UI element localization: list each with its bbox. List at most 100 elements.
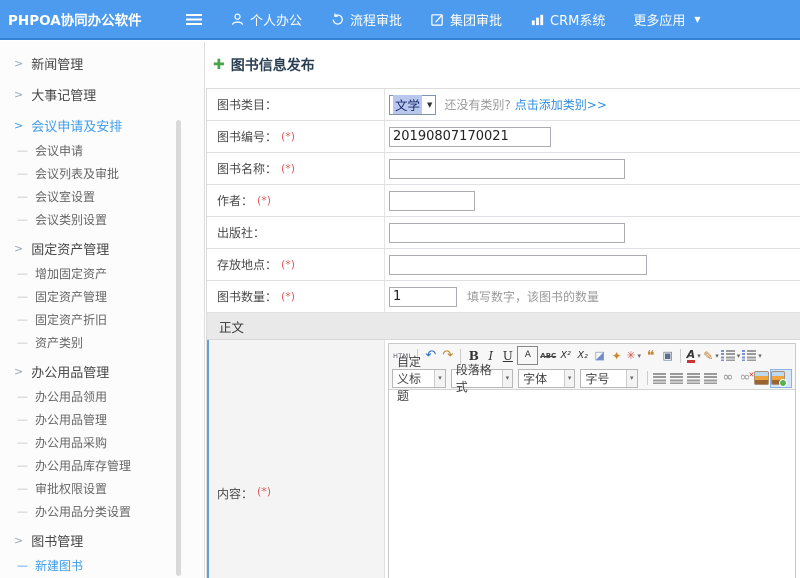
book-name-input[interactable] [389,159,625,179]
dash-icon: — [17,482,28,495]
chevron-right-icon: > [14,534,23,547]
align-left-button[interactable] [652,370,667,387]
sidebar-item[interactable]: — 会议申请 [0,139,204,162]
superscript-button[interactable]: X² [558,347,573,364]
sidebar-item[interactable]: — 资产类别 [0,331,204,354]
heading-style-select[interactable]: 自定义标题▾ [392,369,446,388]
author-input[interactable] [389,191,475,211]
menu-workflow-approval[interactable]: 流程审批 [330,10,402,29]
sidebar-item[interactable]: — 办公用品分类设置 [0,500,204,523]
font-color-icon: A [687,349,696,363]
font-color-button[interactable]: A▾ [686,347,701,364]
align-right-button[interactable] [686,370,701,387]
sidebar-item[interactable]: > 新闻管理 [0,49,204,77]
unordered-list-button[interactable]: ▾ [742,347,762,364]
book-form: 图书类目： 文学 ▼ 还没有类别? 点击添加类别>> 图书编号： (*) [206,88,800,578]
location-input[interactable] [389,255,647,275]
caret-down-icon: ▾ [564,370,575,387]
font-size-select[interactable]: 字号▾ [580,369,637,388]
font-background-button[interactable]: A [517,346,538,365]
editor-content-area[interactable] [389,390,795,578]
sidebar-item[interactable]: — 办公用品管理 [0,408,204,431]
align-justify-button[interactable] [703,370,718,387]
category-select[interactable]: 文学 ▼ [389,95,436,115]
quantity-input[interactable] [389,287,457,307]
sidebar-scrollbar[interactable] [176,120,181,576]
caret-down-icon: ▾ [697,352,701,360]
app-logo: PHPOA协同办公软件 [8,9,168,29]
book-code-input[interactable] [389,127,551,147]
sidebar-nav: > 新闻管理 > 大事记管理 > 会议申请及安排 — 会议申请 — 会议列表及审… [0,49,204,578]
chevron-right-icon: > [14,88,23,101]
ordered-list-button[interactable]: ▾ [721,347,741,364]
main-content: ✚ 图书信息发布 图书类目： 文学 ▼ 还没有类别? 点击添加类别>> 图书编号… [206,42,800,578]
ordered-list-icon [721,350,735,361]
image-button[interactable] [754,370,769,387]
remove-link-button[interactable]: ∞✕ [737,370,752,387]
redo-button[interactable]: ↷ [440,347,455,364]
dash-icon: — [17,336,28,349]
sidebar-item[interactable]: — 会议列表及审批 [0,162,204,185]
strikethrough-button[interactable]: ABC [540,347,556,364]
menu-group-approval[interactable]: 集团审批 [430,10,502,29]
dash-icon: — [17,144,28,157]
chevron-right-icon: > [14,242,23,255]
publisher-label: 出版社： [217,224,265,241]
sidebar-item[interactable]: — 会议室设置 [0,185,204,208]
sidebar-item[interactable]: — 固定资产管理 [0,285,204,308]
dash-icon: — [17,413,28,426]
eraser-button[interactable]: ◪ [592,347,607,364]
clipboard-icon: ▣ [662,349,672,362]
sidebar-item[interactable]: > 会议申请及安排 [0,111,204,139]
blockquote-button[interactable]: ❝ [643,347,658,364]
sidebar-item[interactable]: — 办公用品领用 [0,385,204,408]
sidebar-item[interactable]: — 新建图书 [0,554,204,577]
sidebar-item[interactable]: > 大事记管理 [0,80,204,108]
underline-button[interactable]: U [500,347,515,364]
menu-personal-office[interactable]: 个人办公 [230,10,302,29]
sidebar-item[interactable]: — 固定资产折旧 [0,308,204,331]
align-center-button[interactable] [669,370,684,387]
highlight-pen-button[interactable]: ✎▾ [703,347,719,364]
sidebar-item[interactable]: — 会议类别设置 [0,208,204,231]
sidebar-item[interactable]: — 增加固定资产 [0,262,204,285]
row-focus-indicator [207,340,209,578]
dash-icon: — [17,559,28,572]
sidebar-item[interactable]: — 办公用品采购 [0,431,204,454]
sidebar-item[interactable]: > 固定资产管理 [0,234,204,262]
caret-down-icon: ▼ [694,15,700,24]
insert-image-button[interactable] [771,370,791,387]
align-left-icon [653,373,666,384]
align-justify-icon [704,373,717,384]
publisher-input[interactable] [389,223,625,243]
add-category-link[interactable]: 点击添加类别>> [515,96,607,113]
top-nav: 个人办公 流程审批 集团审批 CRM系统 更多应用 [202,10,701,29]
clean-format-button[interactable]: ✦ [609,347,624,364]
redo-icon: ↷ [442,348,453,363]
paste-text-button[interactable]: ▣ [660,347,675,364]
align-right-icon [687,373,700,384]
sidebar-item[interactable]: > 办公用品管理 [0,357,204,385]
dash-icon: — [17,267,28,280]
menu-crm-system[interactable]: CRM系统 [530,10,605,29]
quantity-hint: 填写数字，该图书的数量 [467,288,599,305]
subscript-button[interactable]: X₂ [575,347,590,364]
sidebar-item[interactable]: > 图书管理 [0,526,204,554]
insert-link-button[interactable]: ∞ [720,370,735,387]
form-row-quantity: 图书数量： (*) 填写数字，该图书的数量 [207,281,800,313]
special-symbols-button[interactable]: ✳▾ [626,347,641,364]
paragraph-format-select[interactable]: 段落格式▾ [451,369,513,388]
caret-down-icon: ▾ [638,352,642,360]
sidebar: > 新闻管理 > 大事记管理 > 会议申请及安排 — 会议申请 — 会议列表及审… [0,42,205,578]
menu-more-apps[interactable]: 更多应用 ▼ [633,10,700,29]
required-mark: (*) [281,258,295,271]
hamburger-menu-icon[interactable] [186,14,202,25]
caret-down-icon: ▾ [502,370,513,387]
chevron-right-icon: > [14,365,23,378]
symbols-icon: ✳ [626,349,635,362]
rich-text-editor: HTML ↶ ↷ B I U A ABC X² X₂ ◪ ✦ [388,343,796,578]
required-mark: (*) [281,130,295,143]
font-family-select[interactable]: 字体▾ [518,369,575,388]
sidebar-item[interactable]: — 审批权限设置 [0,477,204,500]
sidebar-item[interactable]: — 办公用品库存管理 [0,454,204,477]
